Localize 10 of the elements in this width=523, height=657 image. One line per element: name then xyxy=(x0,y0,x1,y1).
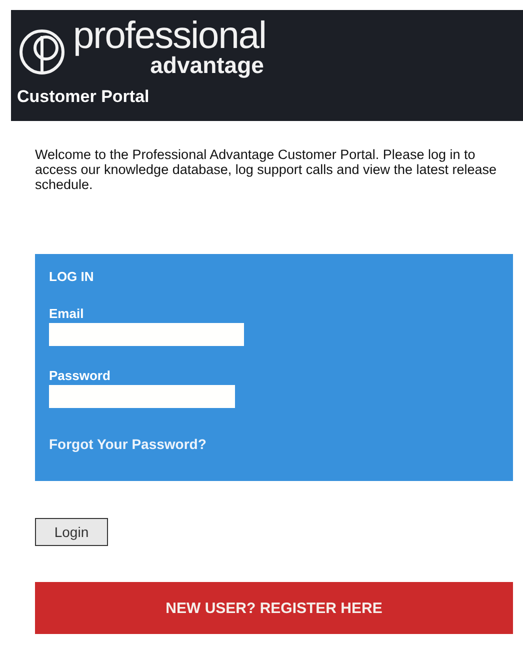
field-label: Email xyxy=(49,306,85,321)
forgot-password-link[interactable]: Forgot Your Password? xyxy=(49,436,206,452)
login-button[interactable]: Login xyxy=(35,518,108,546)
register-button[interactable]: NEW USER? REGISTER HERE xyxy=(35,582,513,634)
email-field[interactable] xyxy=(49,323,244,346)
panel-heading: LOG IN xyxy=(49,269,95,284)
welcome-text: Welcome to the Professional Advantage Customer Portal. Please log in to access our knowledge database, log support calls and view the latest release schedule. xyxy=(35,147,498,192)
portal-title: Customer Portal xyxy=(17,87,150,107)
password-field[interactable] xyxy=(49,385,235,408)
field-label: Password xyxy=(49,368,112,383)
